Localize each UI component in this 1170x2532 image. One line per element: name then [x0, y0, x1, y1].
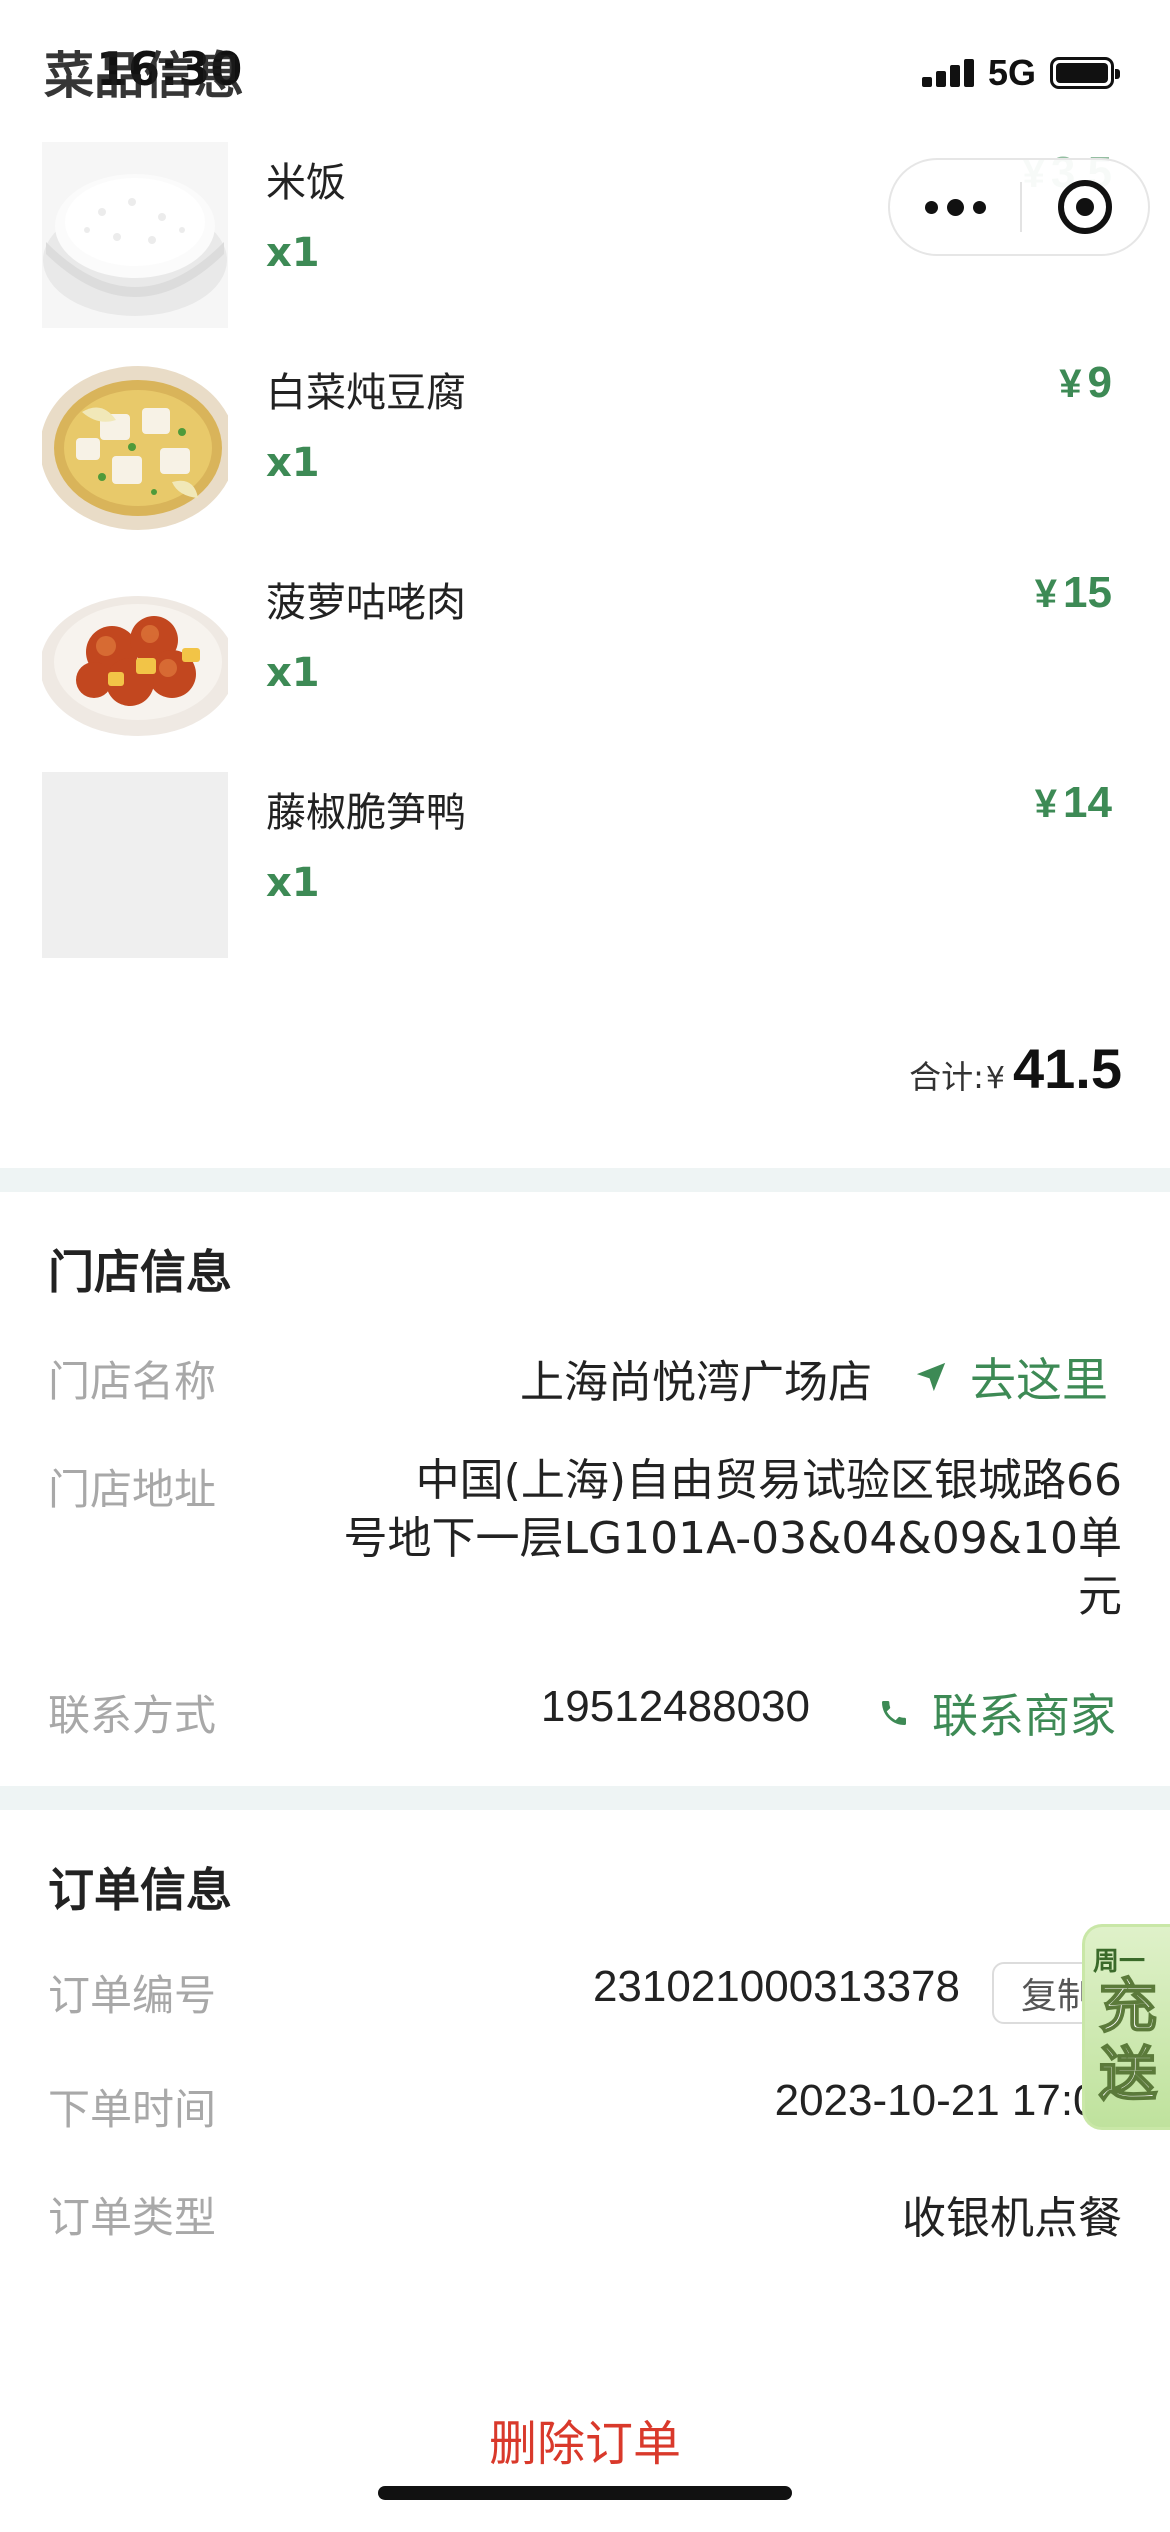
promo-char: 充 — [1098, 1972, 1158, 2040]
order-type-label: 订单类型 — [48, 2193, 217, 2242]
dish-image-pineapple-pork — [42, 562, 228, 748]
dish-name: 白菜炖豆腐 — [266, 370, 466, 416]
total-currency: ¥ — [985, 1061, 1005, 1096]
dish-name: 藤椒脆笋鸭 — [266, 790, 466, 836]
close-mini-program-button[interactable] — [1022, 180, 1148, 234]
navigate-label: 去这里 — [970, 1353, 1108, 1407]
dish-quantity: x1 — [266, 230, 320, 276]
target-icon — [1058, 180, 1112, 234]
promo-char: 送 — [1098, 2040, 1158, 2108]
mini-program-capsule — [888, 158, 1150, 256]
order-time-value: 2023-10-21 17:06 — [774, 2076, 1122, 2125]
status-indicators: 5G — [921, 52, 1120, 94]
order-section-title: 订单信息 — [48, 1863, 232, 1917]
section-divider — [0, 1786, 1170, 1810]
dishes-section-title: 菜品信息 — [44, 47, 244, 105]
dish-price: ¥9 — [1059, 358, 1112, 407]
dish-price: ¥14 — [1034, 778, 1112, 827]
section-divider — [0, 1168, 1170, 1192]
dish-image-cabbage-tofu — [42, 352, 228, 538]
dish-quantity: x1 — [266, 860, 320, 906]
dish-image-rice — [42, 142, 228, 328]
dish-quantity: x1 — [266, 650, 320, 696]
more-options-button[interactable] — [890, 160, 1020, 254]
store-name-label: 门店名称 — [48, 1357, 217, 1406]
navigation-arrow-icon — [916, 1362, 946, 1392]
phone-icon — [882, 1701, 906, 1725]
order-time-label: 下单时间 — [48, 2085, 217, 2134]
navigate-button[interactable]: 去这里 — [914, 1344, 1108, 1410]
contact-phone: 19512488030 — [540, 1682, 810, 1731]
order-type-value: 收银机点餐 — [902, 2193, 1122, 2244]
dish-image-placeholder — [42, 772, 228, 958]
contact-merchant-label: 联系商家 — [932, 1689, 1116, 1743]
store-name-value: 上海尚悦湾广场店 — [520, 1357, 872, 1408]
store-address-label: 门店地址 — [48, 1465, 217, 1514]
delete-order-button[interactable]: 删除订单 — [0, 2404, 1170, 2474]
dish-item: 藤椒脆笋鸭 x1 ¥14 — [42, 772, 1132, 958]
total-value: 41.5 — [1013, 1037, 1122, 1100]
contact-label: 联系方式 — [48, 1691, 217, 1740]
dish-quantity: x1 — [266, 440, 320, 486]
cellular-signal-icon — [921, 59, 974, 87]
order-total: 合计: ¥ 41.5 — [909, 1036, 1122, 1101]
dish-name: 米饭 — [266, 160, 346, 206]
home-indicator — [378, 2486, 792, 2500]
dish-item: 菠萝咕咾肉 x1 ¥15 — [42, 562, 1132, 748]
contact-merchant-button[interactable]: 联系商家 — [878, 1680, 1116, 1746]
network-type: 5G — [987, 52, 1036, 93]
promo-floating-badge[interactable]: 周一 充 送 — [1082, 1924, 1170, 2130]
order-number-value: 231021000313378 — [592, 1962, 960, 2011]
dish-item: 白菜炖豆腐 x1 ¥9 — [42, 352, 1132, 538]
battery-icon — [1050, 57, 1120, 89]
total-label: 合计: — [909, 1058, 984, 1096]
dish-name: 菠萝咕咾肉 — [266, 580, 466, 626]
dish-price: ¥15 — [1034, 568, 1112, 617]
store-address-value: 中国(上海)自由贸易试验区银城路66 号地下一层LG101A-03&04&09&… — [343, 1455, 1123, 1622]
store-section-title: 门店信息 — [48, 1245, 232, 1299]
order-number-label: 订单编号 — [48, 1971, 217, 2020]
